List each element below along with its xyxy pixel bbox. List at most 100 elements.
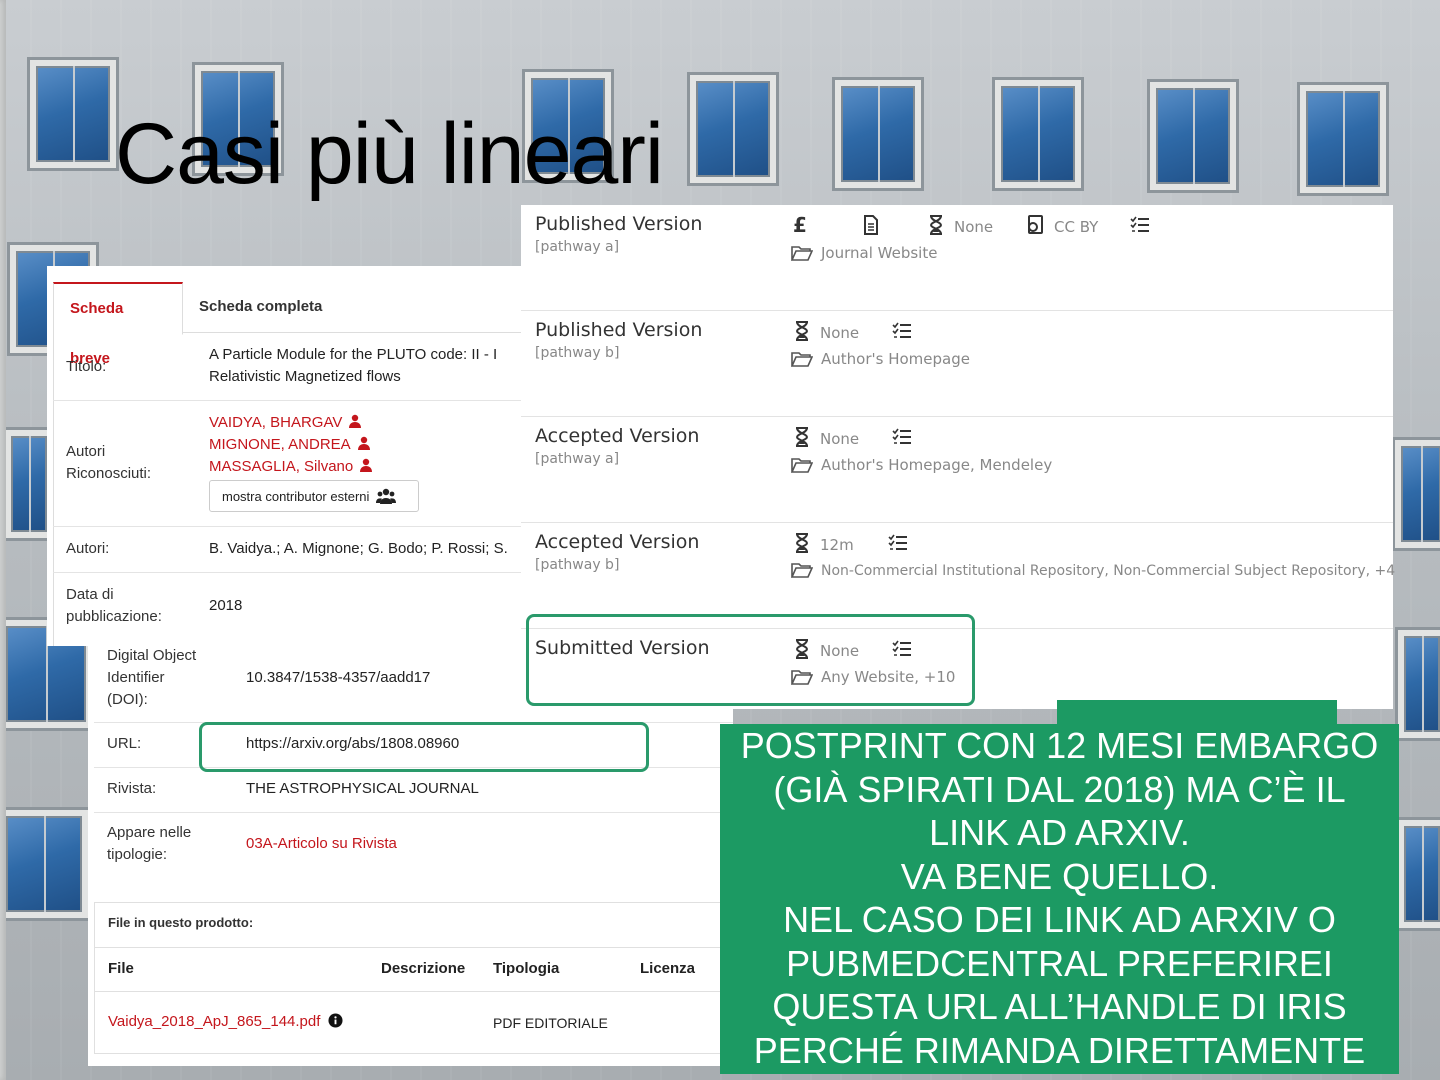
person-icon: [349, 414, 362, 428]
autori-riconosciuti-label-line: Riconosciuti:: [66, 465, 152, 482]
autori-label: Autori:: [66, 540, 110, 557]
author-link[interactable]: MASSAGLIA, Silvano: [209, 456, 373, 478]
note-overflow-strip: [1057, 700, 1337, 726]
embargo-value: 12m: [820, 536, 854, 554]
row-divider: [53, 572, 525, 573]
titolo-value-line: A Particle Module for the PLUTO code: II…: [209, 346, 498, 363]
list-check-icon[interactable]: [892, 321, 912, 341]
building-window: [0, 810, 88, 918]
folder-icon: [790, 563, 814, 578]
license-icon: [1028, 215, 1043, 234]
author-name: MASSAGLIA, Silvano: [209, 458, 354, 475]
titolo-label: Titolo:: [66, 358, 107, 375]
pathway-locations: Journal Website: [790, 244, 938, 262]
autori-riconosciuti-label-line: Autori: [66, 443, 106, 460]
building-window: [1398, 630, 1440, 738]
tipologie-value[interactable]: 03A-Articolo su Rivista: [246, 833, 397, 855]
file-tipologia: PDF EDITORIALE: [493, 1015, 608, 1031]
pathway-row: Published Version [pathway a] £ None CC …: [521, 205, 1393, 311]
note-line: NEL CASO DEI LINK AD ARXIV O: [783, 899, 1336, 940]
license-value: CC BY: [1054, 218, 1099, 236]
tipologie-label-line: tipologie:: [107, 846, 168, 863]
locations-text: Non-Commercial Institutional Repository,…: [821, 563, 1396, 579]
users-icon: [376, 488, 397, 504]
row-divider: [53, 526, 525, 527]
pathway-locations: Author's Homepage: [790, 350, 970, 368]
autori-value: B. Vaidya.; A. Mignone; G. Bodo; P. Ross…: [209, 540, 508, 557]
pathway-title: Accepted Version: [535, 531, 700, 553]
note-line: VA BENE QUELLO.: [900, 855, 1219, 897]
show-external-contributors-button[interactable]: mostra contributor esterni: [209, 480, 419, 512]
pathway-sub: [pathway a]: [535, 451, 620, 467]
pathway-sub: [pathway b]: [535, 557, 620, 573]
folder-icon: [790, 458, 814, 473]
files-col-licenza: Licenza: [640, 960, 696, 977]
locations-text: Author's Homepage: [821, 350, 970, 368]
hourglass-icon: [795, 321, 809, 341]
tab-scheda-breve[interactable]: Scheda breve: [53, 282, 183, 367]
file-row: Vaidya_2018_ApJ_865_144.pdf: [108, 1013, 343, 1030]
files-col-file: File: [108, 960, 134, 977]
data-label-line: pubblicazione:: [66, 608, 162, 625]
doi-label-line: (DOI):: [107, 691, 148, 708]
list-check-icon[interactable]: [888, 533, 908, 553]
hourglass-icon: [795, 427, 809, 447]
rivista-label: Rivista:: [107, 780, 157, 797]
row-divider: [53, 400, 525, 401]
author-name: MIGNONE, ANDREA: [209, 436, 351, 453]
note-line: QUESTA URL ALL’HANDLE DI IRIS: [772, 986, 1347, 1027]
note-line: (GIÀ SPIRATI DAL 2018) MA C’È IL: [773, 768, 1346, 810]
document-icon: [864, 215, 878, 235]
files-col-tipologia: Tipologia: [493, 960, 560, 977]
files-col-descrizione: Descrizione: [381, 960, 466, 977]
note-line: POSTPRINT CON 12 MESI EMBARGO: [740, 725, 1379, 766]
submitted-version-highlight-frame: [526, 614, 975, 706]
list-check-icon[interactable]: [1130, 215, 1150, 235]
tab-left-border: [53, 332, 54, 646]
person-icon: [360, 458, 373, 472]
tab-scheda-completa[interactable]: Scheda completa: [183, 282, 338, 332]
hourglass-icon: [795, 533, 809, 553]
file-link[interactable]: Vaidya_2018_ApJ_865_144.pdf: [108, 1013, 320, 1030]
external-button-label: mostra contributor esterni: [222, 489, 370, 504]
building-window: [5, 430, 53, 538]
autori-riconosciuti-label: Autori Riconosciuti:: [66, 441, 151, 485]
titolo-value-line: Relativistic Magnetized flows: [209, 368, 401, 385]
iris-record-top: Scheda breve Scheda completa Titolo: A P…: [47, 266, 525, 646]
embargo-value: None: [820, 324, 860, 342]
info-icon[interactable]: [328, 1013, 343, 1028]
pathway-locations: Non-Commercial Institutional Repository,…: [790, 562, 1396, 579]
author-name: VAIDYA, BHARGAV: [209, 414, 343, 431]
doi-value[interactable]: 10.3847/1538-4357/aadd17: [246, 667, 430, 689]
tipologie-label-line: Appare nelle: [107, 824, 192, 841]
author-link[interactable]: MIGNONE, ANDREA: [209, 434, 371, 456]
doi-label-line: Identifier: [107, 669, 165, 686]
pound-icon: £: [793, 213, 807, 237]
data-label-line: Data di: [66, 586, 114, 603]
tipologie-label: Appare nelle tipologie:: [107, 822, 191, 866]
pathway-title: Published Version: [535, 213, 703, 235]
folder-icon: [790, 352, 814, 367]
pathway-sub: [pathway b]: [535, 345, 620, 361]
building-window: [835, 80, 921, 188]
slide-title: Casi più lineari: [115, 106, 664, 202]
pathway-title: Published Version: [535, 319, 703, 341]
files-box: File in questo prodotto: File Descrizion…: [94, 902, 736, 1054]
rivista-value[interactable]: THE ASTROPHYSICAL JOURNAL: [246, 778, 479, 800]
building-window: [995, 80, 1081, 188]
author-link[interactable]: VAIDYA, BHARGAV: [209, 412, 362, 434]
note-line: PERCHÉ RIMANDA DIRETTAMENTE: [753, 1029, 1366, 1071]
titolo-value[interactable]: A Particle Module for the PLUTO code: II…: [209, 344, 497, 388]
embargo-value: None: [820, 430, 860, 448]
building-window: [1398, 820, 1440, 928]
url-label: URL:: [107, 735, 142, 752]
doi-label-line: Digital Object: [107, 647, 197, 664]
files-divider: [95, 991, 735, 992]
pathway-row: Published Version [pathway b] None Autho…: [521, 311, 1393, 417]
hourglass-icon: [929, 215, 943, 235]
record-tabs: Scheda breve Scheda completa: [53, 282, 525, 367]
building-window: [1150, 82, 1236, 190]
building-pillar: [0, 0, 6, 1080]
list-check-icon[interactable]: [892, 427, 912, 447]
locations-text: Journal Website: [821, 244, 938, 262]
